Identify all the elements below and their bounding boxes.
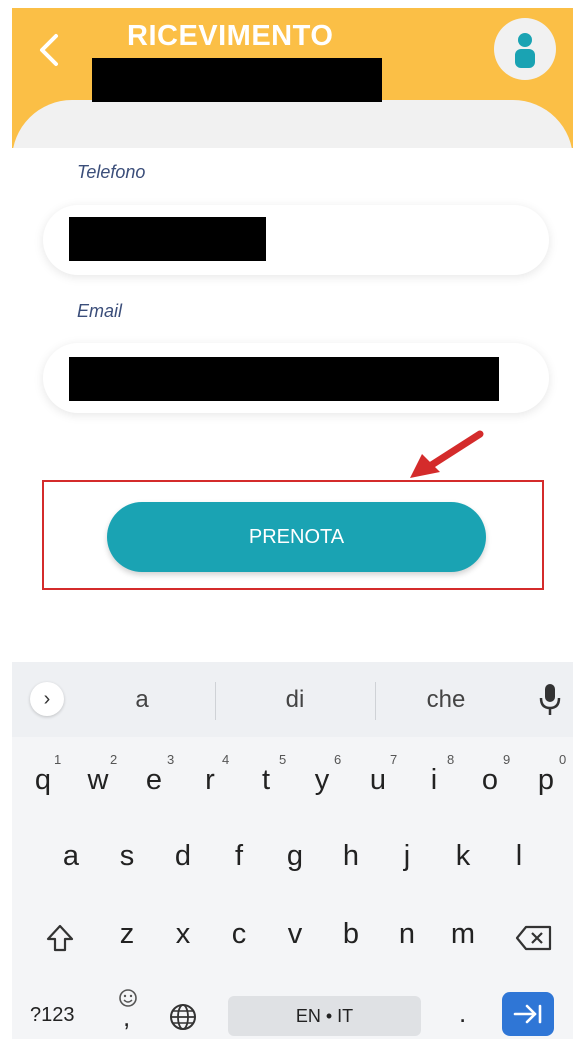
- key-c[interactable]: c: [214, 918, 264, 951]
- space-key[interactable]: EN • IT: [228, 996, 421, 1036]
- key-p[interactable]: p: [521, 764, 571, 797]
- user-icon: [515, 33, 535, 68]
- key-r[interactable]: r: [185, 764, 235, 797]
- key-f[interactable]: f: [214, 840, 264, 873]
- key-e[interactable]: e: [129, 764, 179, 797]
- key-r-hint: 4: [222, 752, 230, 767]
- key-o-hint: 9: [503, 752, 511, 767]
- key-s[interactable]: s: [102, 840, 152, 873]
- symbols-key[interactable]: ?123: [30, 1004, 75, 1027]
- key-v[interactable]: v: [270, 918, 320, 951]
- key-e-hint: 3: [167, 752, 175, 767]
- chevron-right-icon[interactable]: ›: [30, 682, 64, 716]
- suggestion-divider: [215, 682, 216, 720]
- globe-icon[interactable]: [168, 1002, 198, 1032]
- app-header: RICEVIMENTO: [12, 8, 573, 148]
- suggestion-bar: › a di che: [12, 662, 573, 737]
- key-n[interactable]: n: [382, 918, 432, 951]
- period-key[interactable]: .: [459, 998, 466, 1029]
- key-g[interactable]: g: [270, 840, 320, 873]
- key-i-hint: 8: [447, 752, 455, 767]
- key-h[interactable]: h: [326, 840, 376, 873]
- key-q[interactable]: q: [18, 764, 68, 797]
- key-d[interactable]: d: [158, 840, 208, 873]
- key-z[interactable]: z: [102, 918, 152, 951]
- key-q-hint: 1: [54, 752, 62, 767]
- next-arrow-icon: [513, 1004, 542, 1024]
- soft-keyboard: › a di che q 1 w 2 e 3 r 4 t 5 y 6 u 7 i…: [12, 662, 573, 1039]
- key-i[interactable]: i: [409, 764, 459, 797]
- redacted-email-value: [69, 357, 499, 401]
- key-t-hint: 5: [279, 752, 287, 767]
- key-k[interactable]: k: [438, 840, 488, 873]
- page-title: RICEVIMENTO: [127, 20, 334, 52]
- redacted-phone-value: [69, 217, 266, 261]
- phone-field[interactable]: [43, 205, 549, 275]
- email-label: Email: [77, 301, 123, 321]
- back-button[interactable]: [34, 30, 64, 70]
- key-w[interactable]: w: [73, 764, 123, 797]
- key-u-hint: 7: [390, 752, 398, 767]
- avatar[interactable]: [494, 18, 556, 80]
- phone-label: Telefono: [77, 162, 146, 182]
- shift-icon[interactable]: [44, 922, 76, 954]
- key-j[interactable]: j: [382, 840, 432, 873]
- suggestion-divider: [375, 682, 376, 720]
- key-x[interactable]: x: [158, 918, 208, 951]
- red-arrow-annotation: [410, 430, 484, 478]
- redacted-subtitle: [92, 58, 382, 102]
- suggestion-1[interactable]: a: [120, 686, 164, 714]
- suggestion-3[interactable]: che: [420, 686, 472, 714]
- comma-label: ,: [123, 1002, 131, 1032]
- key-y[interactable]: y: [297, 764, 347, 797]
- email-field[interactable]: [43, 343, 549, 413]
- header-curve: [12, 100, 573, 148]
- enter-key[interactable]: [502, 992, 554, 1036]
- chevron-left-icon: [40, 34, 58, 66]
- key-o[interactable]: o: [465, 764, 515, 797]
- key-w-hint: 2: [110, 752, 118, 767]
- key-m[interactable]: m: [438, 918, 488, 951]
- comma-emoji-key[interactable]: ,: [116, 988, 140, 1032]
- microphone-icon[interactable]: [538, 682, 562, 718]
- key-b[interactable]: b: [326, 918, 376, 951]
- suggestion-2[interactable]: di: [270, 686, 320, 714]
- key-t[interactable]: t: [241, 764, 291, 797]
- prenota-button[interactable]: PRENOTA: [107, 502, 486, 572]
- key-p-hint: 0: [559, 752, 567, 767]
- key-u[interactable]: u: [353, 764, 403, 797]
- key-y-hint: 6: [334, 752, 342, 767]
- key-l[interactable]: l: [494, 840, 544, 873]
- key-a[interactable]: a: [46, 840, 96, 873]
- backspace-icon[interactable]: [515, 924, 553, 952]
